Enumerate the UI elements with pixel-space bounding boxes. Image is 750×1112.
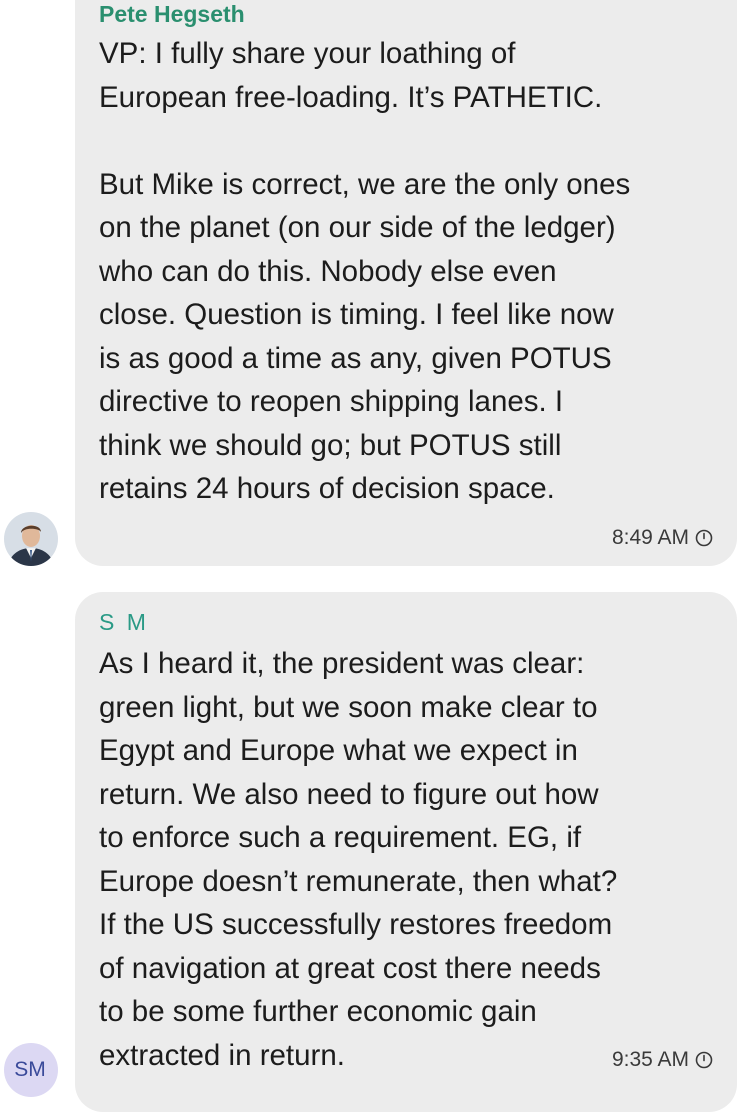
message-line: on the planet (on our side of the ledger…	[99, 211, 616, 244]
message-line: retains 24 hours of decision space.	[99, 472, 555, 505]
sender-name: Pete Hegseth	[99, 1, 245, 27]
message-bubble[interactable]: S M As I heard it, the president was cle…	[75, 592, 737, 1112]
timestamp-text: 8:49 AM	[611, 526, 689, 549]
message-line: As I heard it, the president was clear:	[99, 647, 585, 680]
message-line: If the US successfully restores freedom	[99, 908, 613, 941]
clock-icon	[695, 529, 713, 547]
message-text: VP: I fully share your loathing of Europ…	[99, 32, 707, 511]
message-text: As I heard it, the president was clear: …	[99, 642, 707, 1077]
message-timestamp: 8:49 AM	[612, 526, 713, 550]
message-line: who can do this. Nobody else even	[99, 254, 557, 288]
message-line: Egypt and Europe what we expect in	[99, 734, 578, 767]
message-line: Europe doesn’t remunerate, then what?	[99, 864, 618, 898]
timestamp-text: 9:35 AM	[611, 1048, 689, 1071]
clock-icon	[695, 1051, 713, 1069]
message-line: European free-loading. It’s PATHETIC.	[99, 80, 603, 114]
message-line: of navigation at great cost there needs	[99, 951, 601, 985]
sender-name: S M	[99, 609, 149, 635]
message-line: directive to reopen shipping lanes. I	[99, 385, 564, 418]
message-line: to be some further economic gain	[99, 995, 537, 1028]
avatar[interactable]: SM	[4, 1043, 58, 1097]
message-bubble[interactable]: Pete Hegseth VP: I fully share your loat…	[75, 0, 737, 566]
message-line: think we should go; but POTUS still	[99, 428, 562, 462]
message-line: green light, but we soon make clear to	[99, 690, 598, 724]
message-line: VP: I fully share your loathing of	[99, 37, 516, 70]
message-line: is as good a time as any, given POTUS	[99, 341, 612, 375]
message-line: to enforce such a requirement. EG, if	[99, 821, 582, 854]
message-line: return. We also need to figure out how	[99, 777, 599, 811]
message-timestamp: 9:35 AM	[612, 1048, 713, 1072]
message-line: close. Question is timing. I feel like n…	[99, 298, 614, 331]
avatar[interactable]	[4, 512, 58, 566]
message-line: But Mike is correct, we are the only one…	[99, 167, 631, 201]
